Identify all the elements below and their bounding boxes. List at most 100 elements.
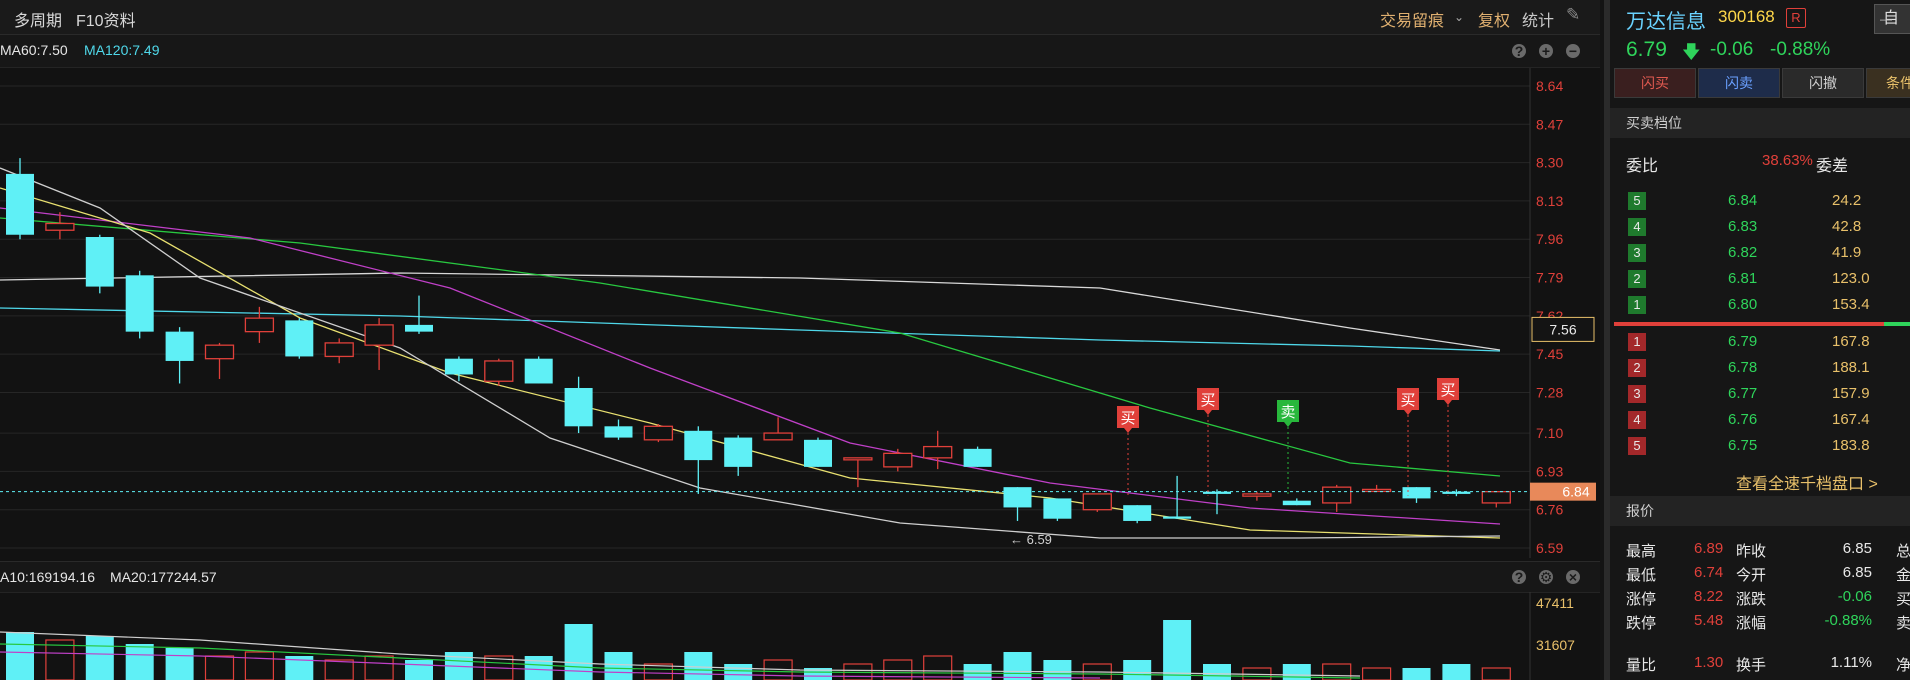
volume-chart[interactable]: 47411 31607 <box>0 592 1600 680</box>
price-tick-label: 8.64 <box>1536 78 1563 94</box>
candle-body-up <box>923 445 953 459</box>
quote-side-panel: 万达信息 300168 R 自 — 6.79 🡇 -0.06 -0.88% 闪买… <box>1604 0 1910 680</box>
flash-buy-button[interactable]: 闪买 <box>1614 68 1696 98</box>
quote-label: 净 <box>1896 657 1910 674</box>
candle-body-down <box>724 437 753 467</box>
minus-icon[interactable]: − <box>1566 44 1580 58</box>
minus-icon[interactable]: — <box>1880 12 1892 26</box>
quote-label: 涨停 <box>1626 591 1657 608</box>
ask-level-row[interactable]: 3 6.82 41.9 <box>1610 241 1910 267</box>
candle-body-down <box>804 439 832 467</box>
price-change: -0.06 <box>1710 39 1754 60</box>
volume-bar-up <box>364 655 394 680</box>
volume-bar-down <box>684 652 713 680</box>
trade-marks-button[interactable]: 交易留痕 <box>1380 7 1444 31</box>
candle-body-down <box>1043 498 1072 519</box>
price-tick-label: 8.13 <box>1536 193 1563 209</box>
flash-cancel-button[interactable]: 闪撤 <box>1782 68 1864 98</box>
volume-tick-label: 47411 <box>1536 595 1574 611</box>
bid-level-volume: 167.4 <box>1832 411 1870 428</box>
candlestick-chart[interactable]: 8.648.478.308.137.967.797.627.457.287.10… <box>0 68 1600 558</box>
candle-body-down <box>684 430 713 461</box>
candle-body-up <box>843 457 873 461</box>
help-icon[interactable]: ? <box>1512 44 1526 58</box>
volume-bar-down <box>6 632 34 680</box>
chevron-down-icon[interactable]: ⌄ <box>1454 10 1464 24</box>
bid-level-row[interactable]: 4 6.76 167.4 <box>1610 408 1910 434</box>
settings-icon[interactable]: ⚙ <box>1539 570 1553 584</box>
candle-body-down <box>285 320 314 357</box>
ask-level-price: 6.81 <box>1728 270 1758 287</box>
volume-bar-down <box>1123 660 1152 680</box>
moving-average-line <box>0 207 1501 525</box>
bid-level-row[interactable]: 5 6.75 183.8 <box>1610 434 1910 460</box>
candle-body-up <box>1322 486 1352 504</box>
candle-body-up <box>1481 491 1511 504</box>
view-full-depth-link[interactable]: 查看全速千档盘口 > <box>1736 470 1878 494</box>
price-tick-label: 8.47 <box>1536 116 1563 132</box>
bid-level-price: 6.79 <box>1728 333 1758 350</box>
quote-label: 买 <box>1896 591 1910 608</box>
plus-icon[interactable]: + <box>1539 44 1553 58</box>
kline-chart-area: 多周期 F10资料 交易留痕 ⌄ 复权 统计 ✎ MA60:7.50 MA120… <box>0 0 1600 680</box>
bid-level-row[interactable]: 3 6.77 157.9 <box>1610 382 1910 408</box>
stock-code: 300168 <box>1718 7 1775 26</box>
multi-period-button[interactable]: 多周期 <box>14 7 62 31</box>
volume-bar-down <box>524 656 553 680</box>
volume-bar-up <box>1361 667 1392 680</box>
quote-value: 8.22 <box>1694 588 1724 605</box>
stock-name: 万达信息 <box>1626 11 1706 33</box>
price-tick-label: 7.28 <box>1536 384 1563 400</box>
bid-level-row[interactable]: 1 6.79 167.8 <box>1610 330 1910 356</box>
ask-level-volume: 24.2 <box>1832 192 1862 209</box>
candle-body-down <box>405 324 433 332</box>
volume-bar-up <box>45 639 75 680</box>
ask-level-row[interactable]: 5 6.84 24.2 <box>1610 189 1910 215</box>
quote-label: 涨幅 <box>1736 615 1767 632</box>
ask-level-volume: 42.8 <box>1832 218 1862 235</box>
ratio-bar-sell <box>1884 322 1910 326</box>
quote-label: 涨跌 <box>1736 591 1767 608</box>
moving-average-line <box>0 187 1501 539</box>
down-arrow-icon: 🡇 <box>1682 42 1701 62</box>
ask-level-price: 6.82 <box>1728 244 1758 261</box>
volume-bar-down <box>1203 664 1231 680</box>
chart-toolbar: 多周期 F10资料 交易留痕 ⌄ 复权 统计 ✎ <box>0 0 1600 35</box>
volume-bar-down <box>604 652 633 680</box>
price-tick-label: 6.76 <box>1536 502 1563 518</box>
volume-bar-up <box>324 659 354 680</box>
quote-label: 量比 <box>1626 657 1657 674</box>
quote-label: 金 <box>1896 567 1910 584</box>
help-icon[interactable]: ? <box>1512 570 1526 584</box>
ask-level-row[interactable]: 2 6.81 123.0 <box>1610 267 1910 293</box>
conditional-order-button[interactable]: 条件下 <box>1866 68 1910 98</box>
ask-level-row[interactable]: 4 6.83 42.8 <box>1610 215 1910 241</box>
candle-body-up <box>643 425 674 441</box>
f10-button[interactable]: F10资料 <box>76 7 136 31</box>
flash-sell-button[interactable]: 闪卖 <box>1698 68 1780 98</box>
current-price-tag-label: 6.84 <box>1562 484 1589 500</box>
stats-button[interactable]: 统计 <box>1522 7 1554 31</box>
volume-bar-down <box>1163 620 1192 680</box>
eraser-icon[interactable]: ✎ <box>1566 5 1580 25</box>
volume-bar-up <box>204 655 235 680</box>
candle-body-up <box>484 360 514 382</box>
ask-level-row[interactable]: 1 6.80 153.4 <box>1610 293 1910 319</box>
price-tick-label: 6.93 <box>1536 463 1563 479</box>
candle-body-down <box>1282 500 1311 506</box>
ask-level-price: 6.84 <box>1728 192 1758 209</box>
quote-row: 跌停 5.48 涨幅 -0.88% 卖 <box>1610 610 1910 634</box>
candle-body-up <box>244 317 275 333</box>
candle-body-up <box>1361 488 1392 493</box>
buy-marker-label: 买 <box>1440 382 1455 399</box>
bid-level-row[interactable]: 2 6.78 188.1 <box>1610 356 1910 382</box>
volume-bar-down <box>405 660 433 680</box>
close-icon[interactable]: × <box>1566 570 1580 584</box>
volume-bar-down <box>724 664 753 680</box>
candle-body-down <box>564 387 593 427</box>
adjust-button[interactable]: 复权 <box>1478 7 1510 31</box>
volume-bar-down <box>85 636 114 680</box>
ma60-label: MA60:7.50 <box>0 42 68 58</box>
quote-value: 5.48 <box>1694 612 1724 629</box>
candle-body-down <box>604 426 633 438</box>
